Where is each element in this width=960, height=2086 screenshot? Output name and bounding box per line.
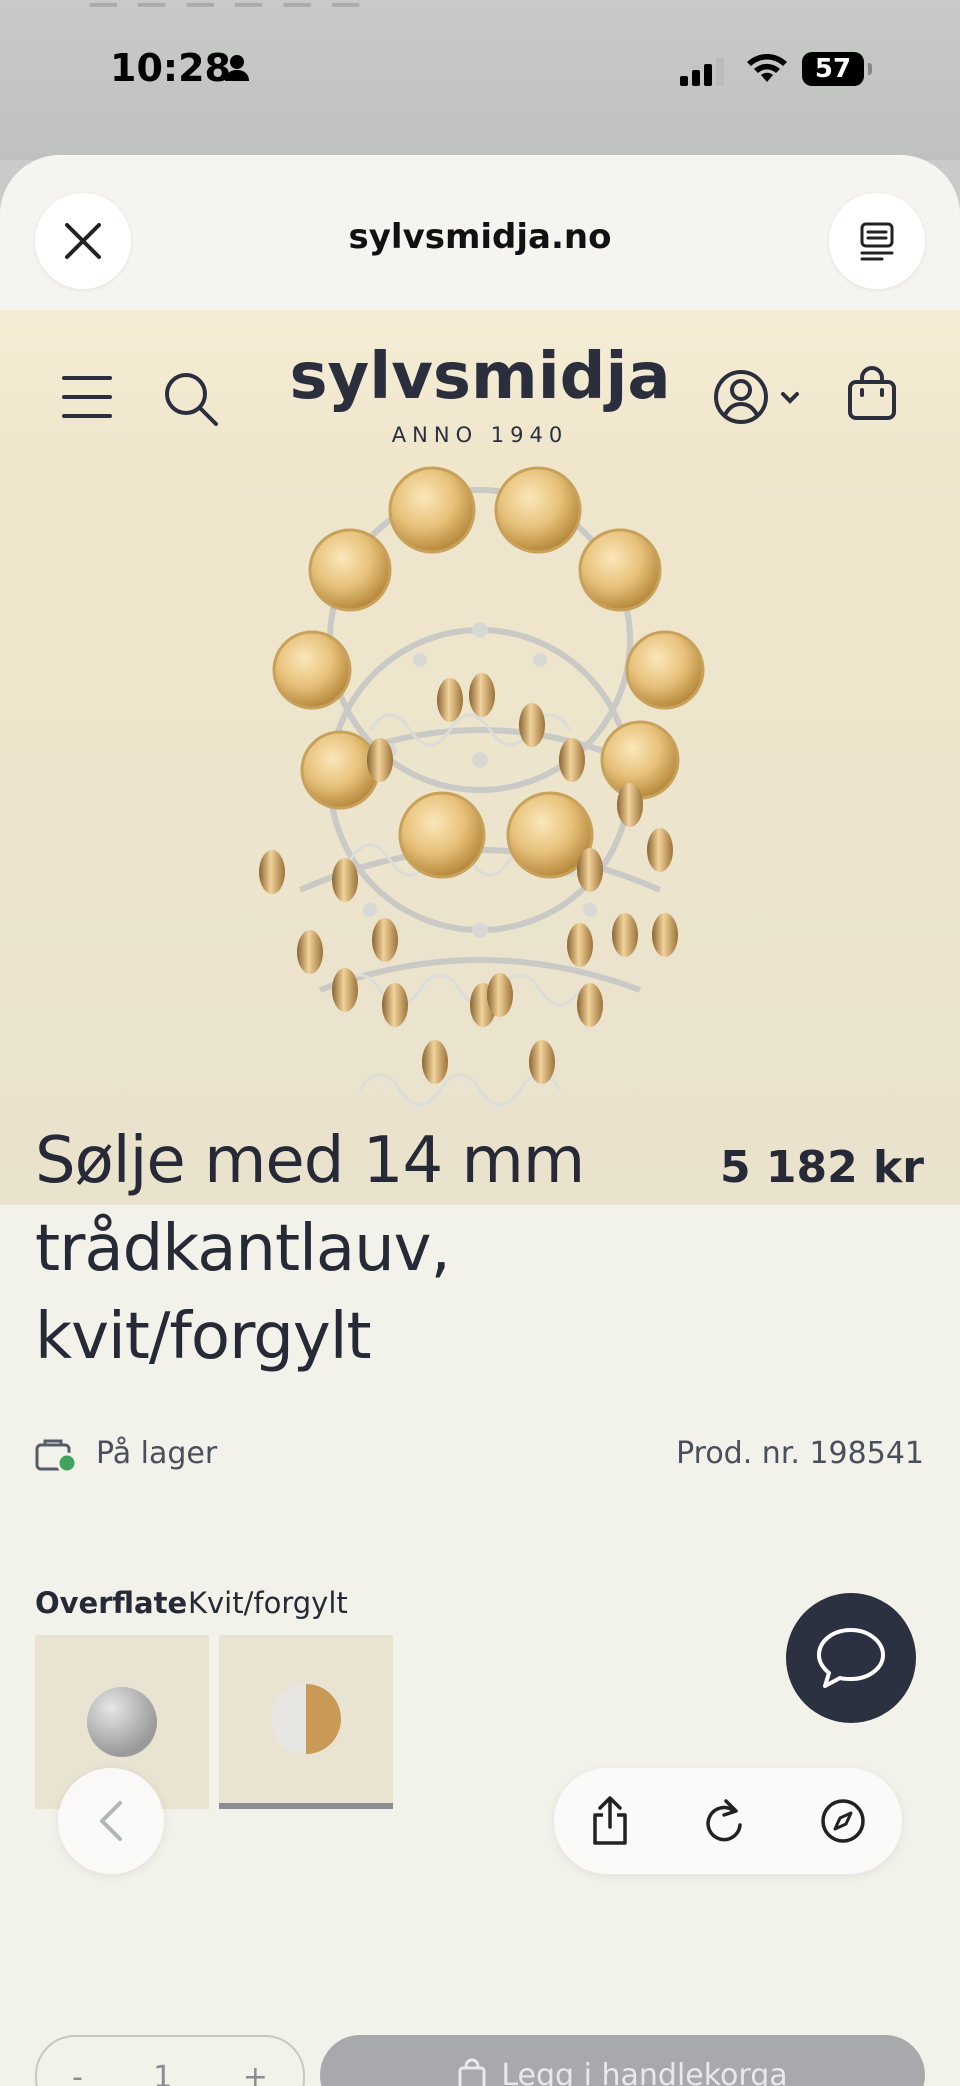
finish-swatch-white-gilt[interactable] <box>219 1635 393 1809</box>
page-domain[interactable]: sylvsmidja.no <box>0 217 960 257</box>
white-gilt-swatch-dot <box>271 1684 341 1754</box>
quantity-stepper[interactable]: - 1 + <box>35 2035 305 2086</box>
share-button[interactable] <box>589 1795 631 1847</box>
finish-value: Kvit/forgylt <box>188 1586 348 1620</box>
quantity-value[interactable]: 1 <box>153 2060 172 2086</box>
quantity-decrease[interactable]: - <box>72 2060 83 2086</box>
silver-swatch-dot <box>87 1687 157 1757</box>
in-stock-icon <box>35 1437 78 1477</box>
battery-indicator: 57 <box>802 52 872 86</box>
product-title: Sølje med 14 mm trådkantlauv, kvit/forgy… <box>35 1124 585 1374</box>
reload-button[interactable] <box>702 1797 748 1845</box>
browser-toolbar <box>554 1768 902 1874</box>
chat-button[interactable] <box>786 1593 916 1723</box>
share-icon <box>593 1796 628 1845</box>
product-number: Prod. nr. 198541 <box>676 1436 924 1471</box>
back-button[interactable] <box>58 1768 164 1874</box>
cellular-signal-icon <box>680 58 726 90</box>
shopping-bag-icon <box>848 366 896 420</box>
bag-icon <box>458 2058 486 2086</box>
account-menu-button[interactable] <box>712 368 804 430</box>
person-icon <box>224 54 250 86</box>
compass-button[interactable] <box>819 1797 867 1845</box>
user-icon <box>714 370 799 424</box>
url-bar: sylvsmidja.no <box>0 155 960 310</box>
quantity-increase[interactable]: + <box>243 2060 268 2086</box>
reader-icon <box>860 222 894 261</box>
site-logo[interactable]: sylvsmidja <box>0 340 960 414</box>
product-hero: sylvsmidja ANNO 1940 <box>0 310 960 1205</box>
finish-label: Overflate <box>35 1586 188 1620</box>
chevron-left-icon <box>100 1801 122 1841</box>
compass-icon <box>820 1799 865 1843</box>
add-to-cart-label: Legg i handlekorga <box>501 2057 788 2086</box>
wifi-icon <box>746 52 788 88</box>
product-image[interactable] <box>250 430 710 1210</box>
stock-status: På lager <box>96 1436 218 1471</box>
status-bar: 10:28 57 <box>0 0 960 140</box>
status-time: 10:28 <box>110 46 231 90</box>
chat-bubble-icon <box>817 1628 885 1688</box>
cart-button[interactable] <box>846 364 898 426</box>
reader-mode-button[interactable] <box>829 193 925 289</box>
product-price: 5 182 kr <box>719 1142 924 1193</box>
browser-sheet: sylvsmidja.no sylvsmidja ANNO 1940 Sølje… <box>0 155 960 2086</box>
reload-icon <box>706 1799 742 1842</box>
add-to-cart-button[interactable]: Legg i handlekorga <box>320 2035 925 2086</box>
